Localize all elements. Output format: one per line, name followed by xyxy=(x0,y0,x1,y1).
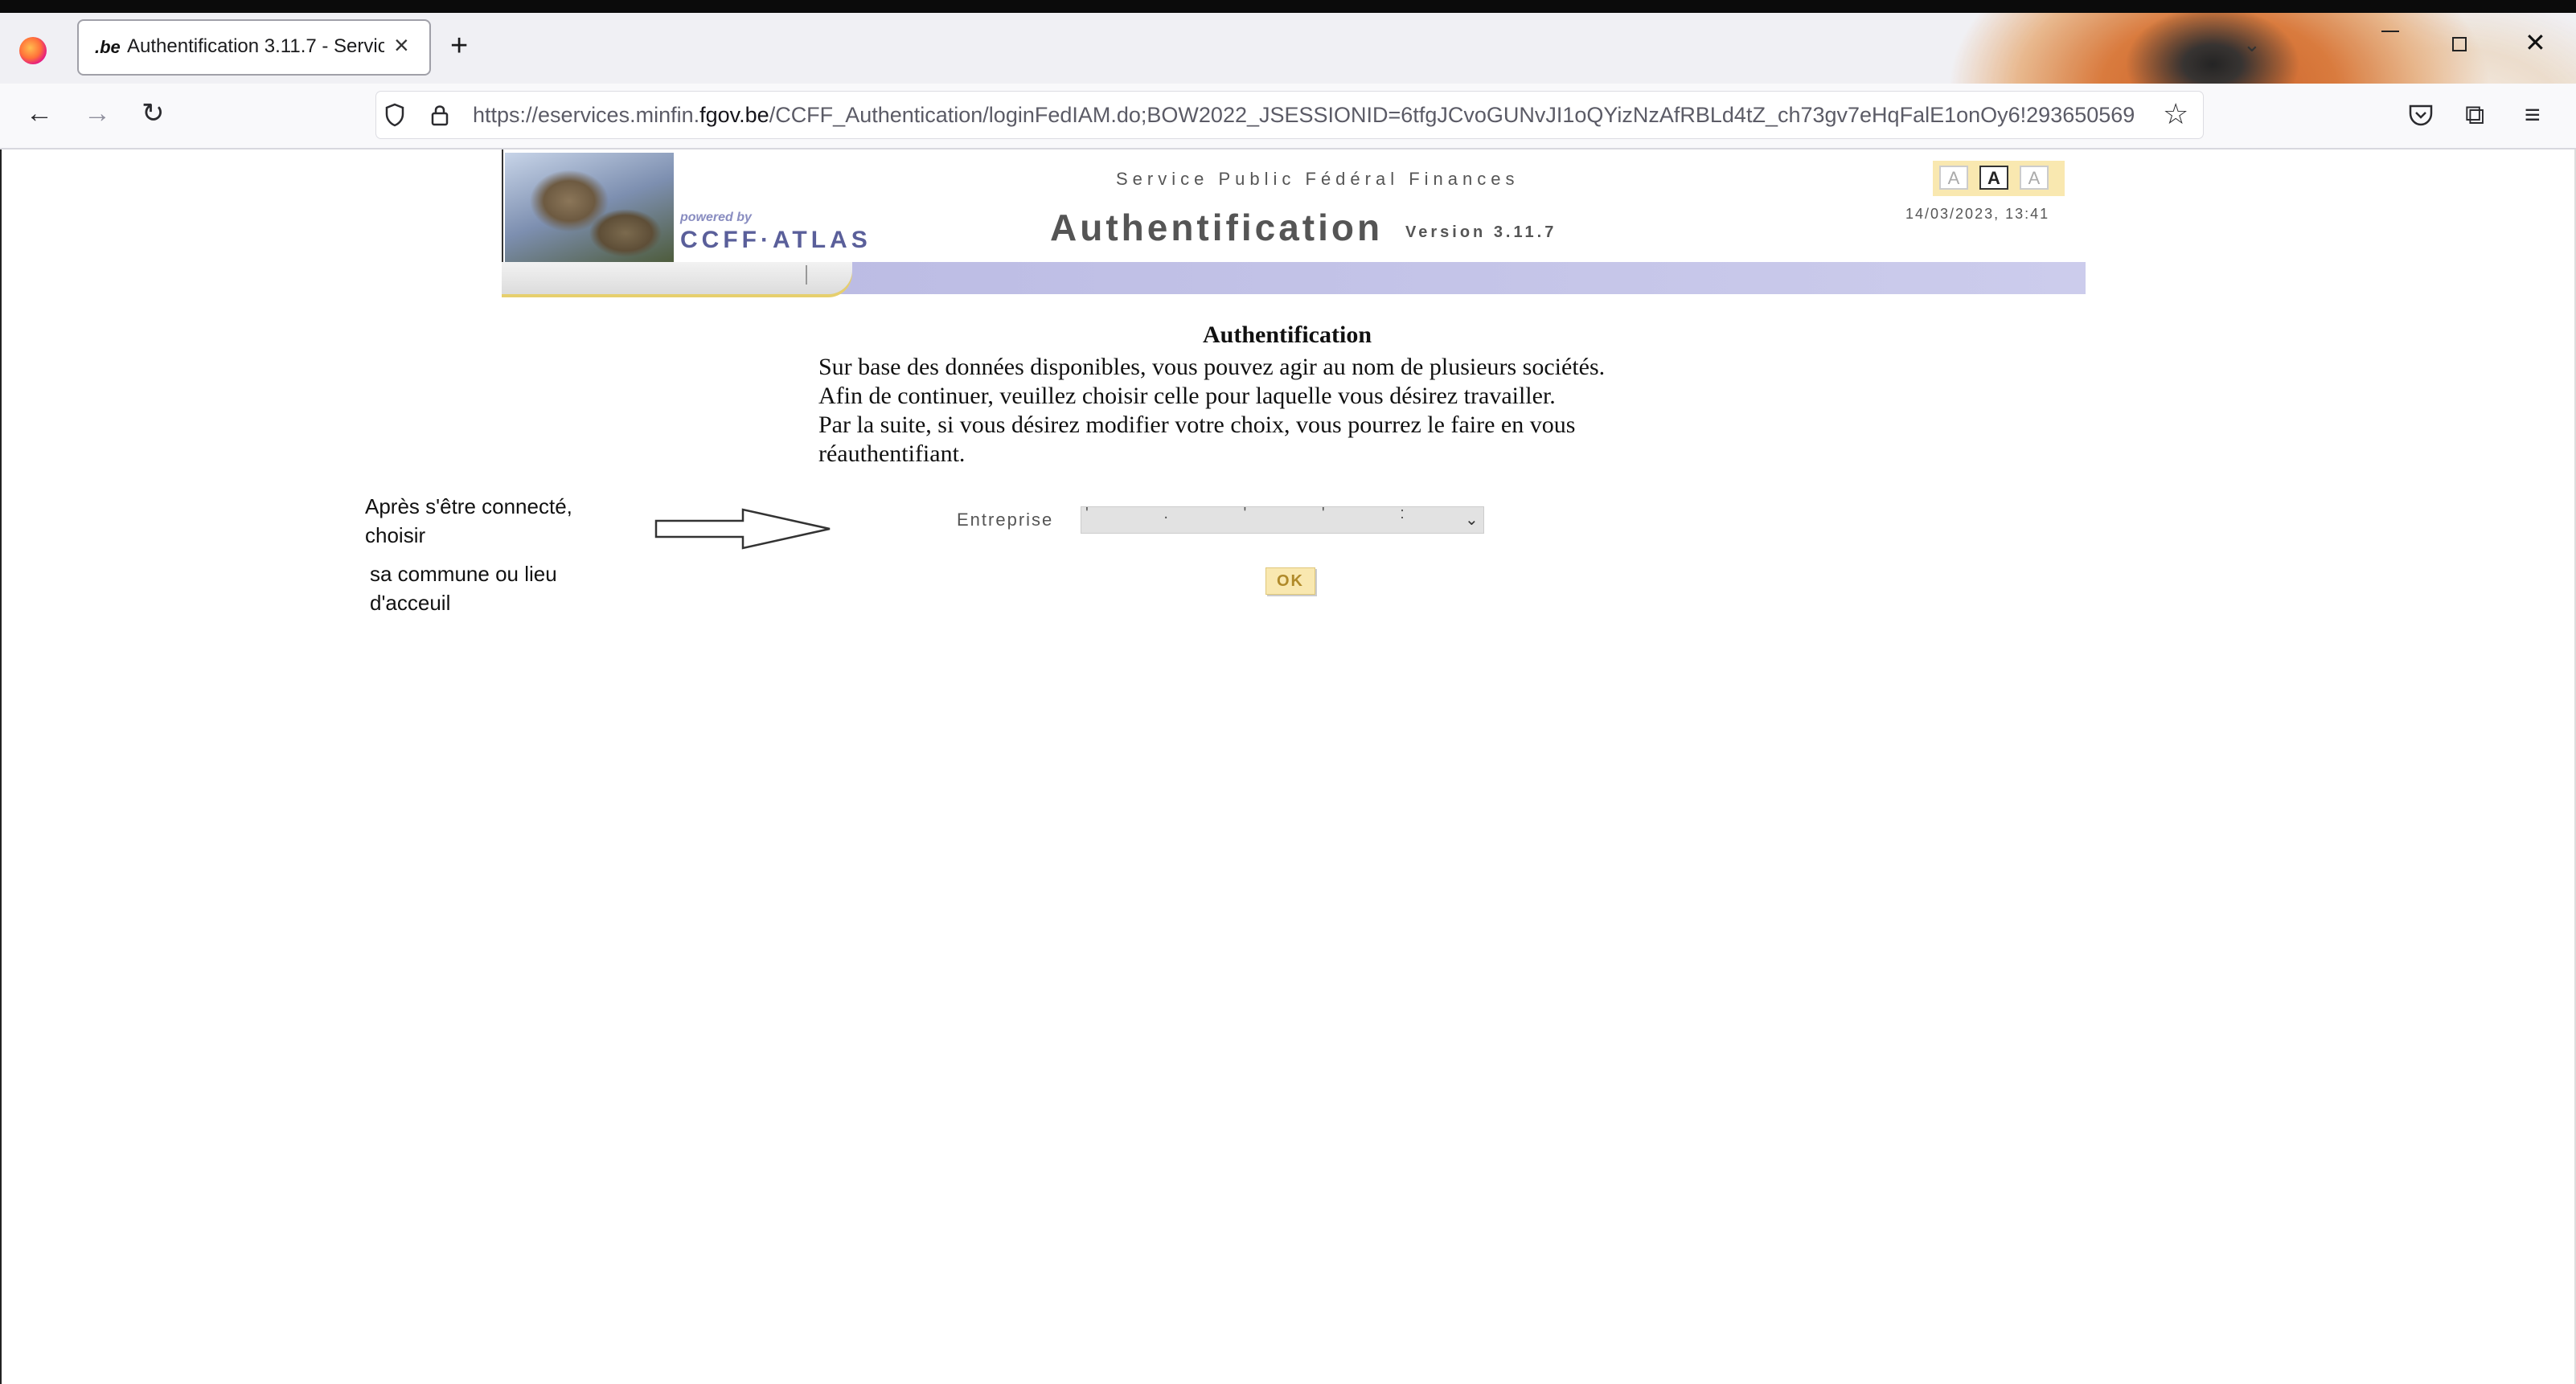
select-obscured-value: ' . ' ' : xyxy=(1085,505,1440,522)
current-datetime: 14/03/2023, 13:41 xyxy=(1905,206,2050,222)
font-size-small-button[interactable]: A xyxy=(1939,166,1968,190)
header-band-divider xyxy=(806,265,807,285)
font-size-large-button[interactable]: A xyxy=(2020,166,2049,190)
hamburger-menu-icon[interactable]: ≡ xyxy=(2525,100,2541,131)
lock-icon[interactable] xyxy=(429,103,450,127)
annotation-line: choisir xyxy=(365,523,426,547)
annotation-arrow-icon xyxy=(654,508,831,550)
be-favicon-icon: .be xyxy=(95,37,121,57)
powered-by-text: powered by xyxy=(680,211,752,224)
bookmark-star-icon[interactable]: ☆ xyxy=(2163,100,2188,129)
window-restore-button[interactable] xyxy=(2452,37,2467,51)
window-top-bar xyxy=(0,0,2576,13)
url-prefix: https://eservices.minfin. xyxy=(473,103,700,127)
instruction-line: Sur base des données disponibles, vous p… xyxy=(818,354,1606,380)
new-tab-button[interactable]: + xyxy=(450,31,468,61)
annotation-line: Après s'être connecté, xyxy=(365,494,572,518)
annotation-line: d'acceuil xyxy=(370,591,451,615)
content-title: Authentification xyxy=(1203,321,1372,348)
font-size-medium-button[interactable]: A xyxy=(1979,166,2008,190)
annotation-note-top: Après s'être connecté, choisir xyxy=(365,492,572,550)
forward-arrow-icon[interactable]: → xyxy=(84,100,111,127)
url-path: /CCFF_Authentication/loginFedIAM.do;BOW2… xyxy=(769,103,2135,127)
back-arrow-icon[interactable]: ← xyxy=(26,100,53,127)
reload-icon[interactable]: ↻ xyxy=(142,100,165,127)
tab-title: Authentification 3.11.7 - Service xyxy=(127,35,384,57)
app-title: Authentification xyxy=(1050,207,1384,248)
window-minimize-button[interactable] xyxy=(2381,31,2399,32)
organisation-name: Service Public Fédéral Finances xyxy=(1116,169,1520,189)
tracking-protection-shield-icon[interactable] xyxy=(384,103,405,127)
font-size-selector: A A A xyxy=(1933,161,2065,196)
extensions-puzzle-icon[interactable]: ⧉ xyxy=(2465,100,2484,131)
tab-authentification[interactable]: .be Authentification 3.11.7 - Service × xyxy=(77,19,431,76)
url-domain: fgov.be xyxy=(699,103,769,127)
ccff-atlas-logo-image xyxy=(505,153,674,262)
window-close-button[interactable]: ✕ xyxy=(2525,27,2546,58)
annotation-note-bottom: sa commune ou lieu d'acceuil xyxy=(370,559,557,617)
url-text[interactable]: https://eservices.minfin.fgov.be/CCFF_Au… xyxy=(473,103,2145,128)
page-left-border xyxy=(0,149,2,1384)
entreprise-label: Entreprise xyxy=(957,510,1054,530)
header-band-tab xyxy=(502,262,852,294)
instruction-line: Par la suite, si vous désirez modifier v… xyxy=(818,412,1576,438)
brand-logo-text: CCFF·ATLAS xyxy=(680,227,872,253)
tab-list-chevron-icon[interactable]: ⌄ xyxy=(2243,32,2261,57)
pocket-icon[interactable] xyxy=(2407,103,2434,127)
annotation-line: sa commune ou lieu xyxy=(370,562,557,586)
instruction-line: réauthentifiant. xyxy=(818,440,966,467)
tab-close-icon[interactable]: × xyxy=(394,31,409,60)
app-version: Version 3.11.7 xyxy=(1405,223,1557,241)
instruction-line: Afin de continuer, veuillez choisir cell… xyxy=(818,383,1556,409)
firefox-icon[interactable] xyxy=(19,37,47,64)
ok-button[interactable]: OK xyxy=(1265,567,1315,595)
header-divider xyxy=(502,149,503,262)
chevron-down-icon[interactable]: ⌄ xyxy=(1465,510,1479,530)
